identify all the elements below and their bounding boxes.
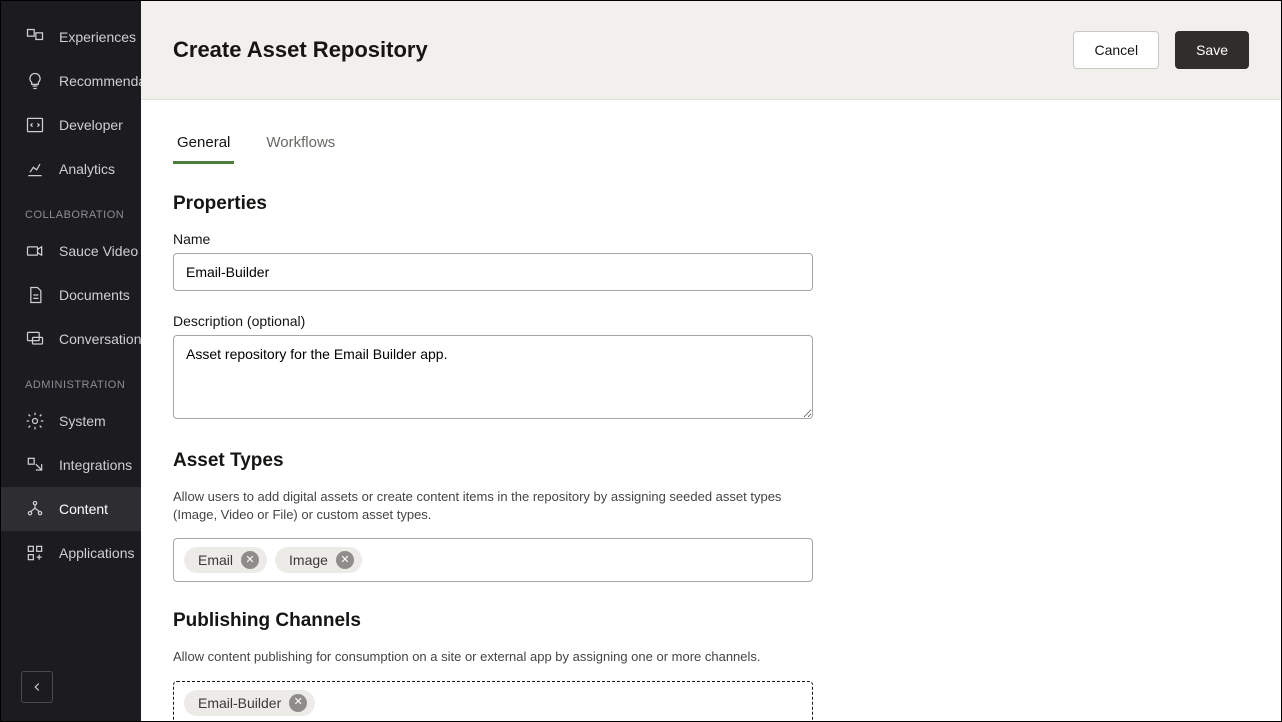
code-icon — [25, 115, 45, 135]
publishing-channels-input[interactable]: Email-Builder ✕ — [173, 681, 813, 721]
publishing-channel-chip: Email-Builder ✕ — [184, 690, 315, 716]
sidebar-section-collaboration: COLLABORATION — [1, 191, 141, 229]
asset-type-chip: Image ✕ — [275, 547, 362, 573]
chip-label: Email-Builder — [198, 695, 281, 711]
chip-remove-icon[interactable]: ✕ — [289, 694, 307, 712]
integrations-icon — [25, 455, 45, 475]
name-label: Name — [173, 231, 1249, 247]
save-button[interactable]: Save — [1175, 31, 1249, 69]
sidebar-item-system[interactable]: System — [1, 399, 141, 443]
sidebar-item-label: Documents — [59, 287, 130, 303]
description-input[interactable] — [173, 335, 813, 419]
publishing-channels-help: Allow content publishing for consumption… — [173, 648, 813, 666]
page-header: Create Asset Repository Cancel Save — [141, 1, 1281, 100]
section-title-properties: Properties — [173, 193, 1249, 215]
gear-icon — [25, 411, 45, 431]
name-input[interactable] — [173, 253, 813, 291]
section-title-publishing-channels: Publishing Channels — [173, 610, 1249, 632]
sidebar-item-applications[interactable]: Applications — [1, 531, 141, 575]
asset-type-chip: Email ✕ — [184, 547, 267, 573]
sidebar-item-label: Content — [59, 501, 108, 517]
sidebar-item-analytics[interactable]: Analytics — [1, 147, 141, 191]
main-panel: Create Asset Repository Cancel Save Gene… — [141, 1, 1281, 721]
cancel-button[interactable]: Cancel — [1073, 31, 1159, 69]
sidebar-item-label: Recommendations — [59, 73, 141, 89]
sidebar-item-experiences[interactable]: Experiences — [1, 15, 141, 59]
video-icon — [25, 241, 45, 261]
apps-icon — [25, 543, 45, 563]
sidebar-item-label: System — [59, 413, 106, 429]
description-label: Description (optional) — [173, 313, 1249, 329]
sidebar-item-recommendations[interactable]: Recommendations — [1, 59, 141, 103]
sidebar-item-label: Conversations — [59, 331, 141, 347]
field-name: Name — [173, 231, 1249, 291]
analytics-icon — [25, 159, 45, 179]
sidebar-collapse-button[interactable] — [21, 671, 53, 703]
asset-types-help: Allow users to add digital assets or cre… — [173, 488, 813, 524]
sidebar-item-label: Sauce Video — [59, 243, 138, 259]
sidebar-item-content[interactable]: Content — [1, 487, 141, 531]
sidebar-item-integrations[interactable]: Integrations — [1, 443, 141, 487]
section-title-asset-types: Asset Types — [173, 450, 1249, 472]
sidebar-item-label: Analytics — [59, 161, 115, 177]
tab-workflows[interactable]: Workflows — [262, 124, 339, 164]
chip-remove-icon[interactable]: ✕ — [336, 551, 354, 569]
header-actions: Cancel Save — [1073, 31, 1249, 69]
experiences-icon — [25, 27, 45, 47]
tabs: General Workflows — [173, 124, 1249, 165]
sidebar-item-conversations[interactable]: Conversations — [1, 317, 141, 361]
chip-label: Image — [289, 552, 328, 568]
sidebar: Experiences Recommendations Developer An… — [1, 1, 141, 721]
chip-label: Email — [198, 552, 233, 568]
asset-types-input[interactable]: Email ✕ Image ✕ — [173, 538, 813, 582]
sidebar-item-sauce-video[interactable]: Sauce Video — [1, 229, 141, 273]
chat-icon — [25, 329, 45, 349]
documents-icon — [25, 285, 45, 305]
sidebar-item-label: Experiences — [59, 29, 136, 45]
sidebar-item-label: Developer — [59, 117, 123, 133]
sidebar-section-administration: ADMINISTRATION — [1, 361, 141, 399]
sidebar-item-label: Applications — [59, 545, 135, 561]
content-area: General Workflows Properties Name Descri… — [141, 100, 1281, 721]
chip-remove-icon[interactable]: ✕ — [241, 551, 259, 569]
page-title: Create Asset Repository — [173, 37, 428, 63]
lightbulb-icon — [25, 71, 45, 91]
sidebar-item-developer[interactable]: Developer — [1, 103, 141, 147]
field-description: Description (optional) — [173, 313, 1249, 422]
sidebar-item-label: Integrations — [59, 457, 132, 473]
tab-general[interactable]: General — [173, 124, 234, 164]
content-icon — [25, 499, 45, 519]
sidebar-item-documents[interactable]: Documents — [1, 273, 141, 317]
